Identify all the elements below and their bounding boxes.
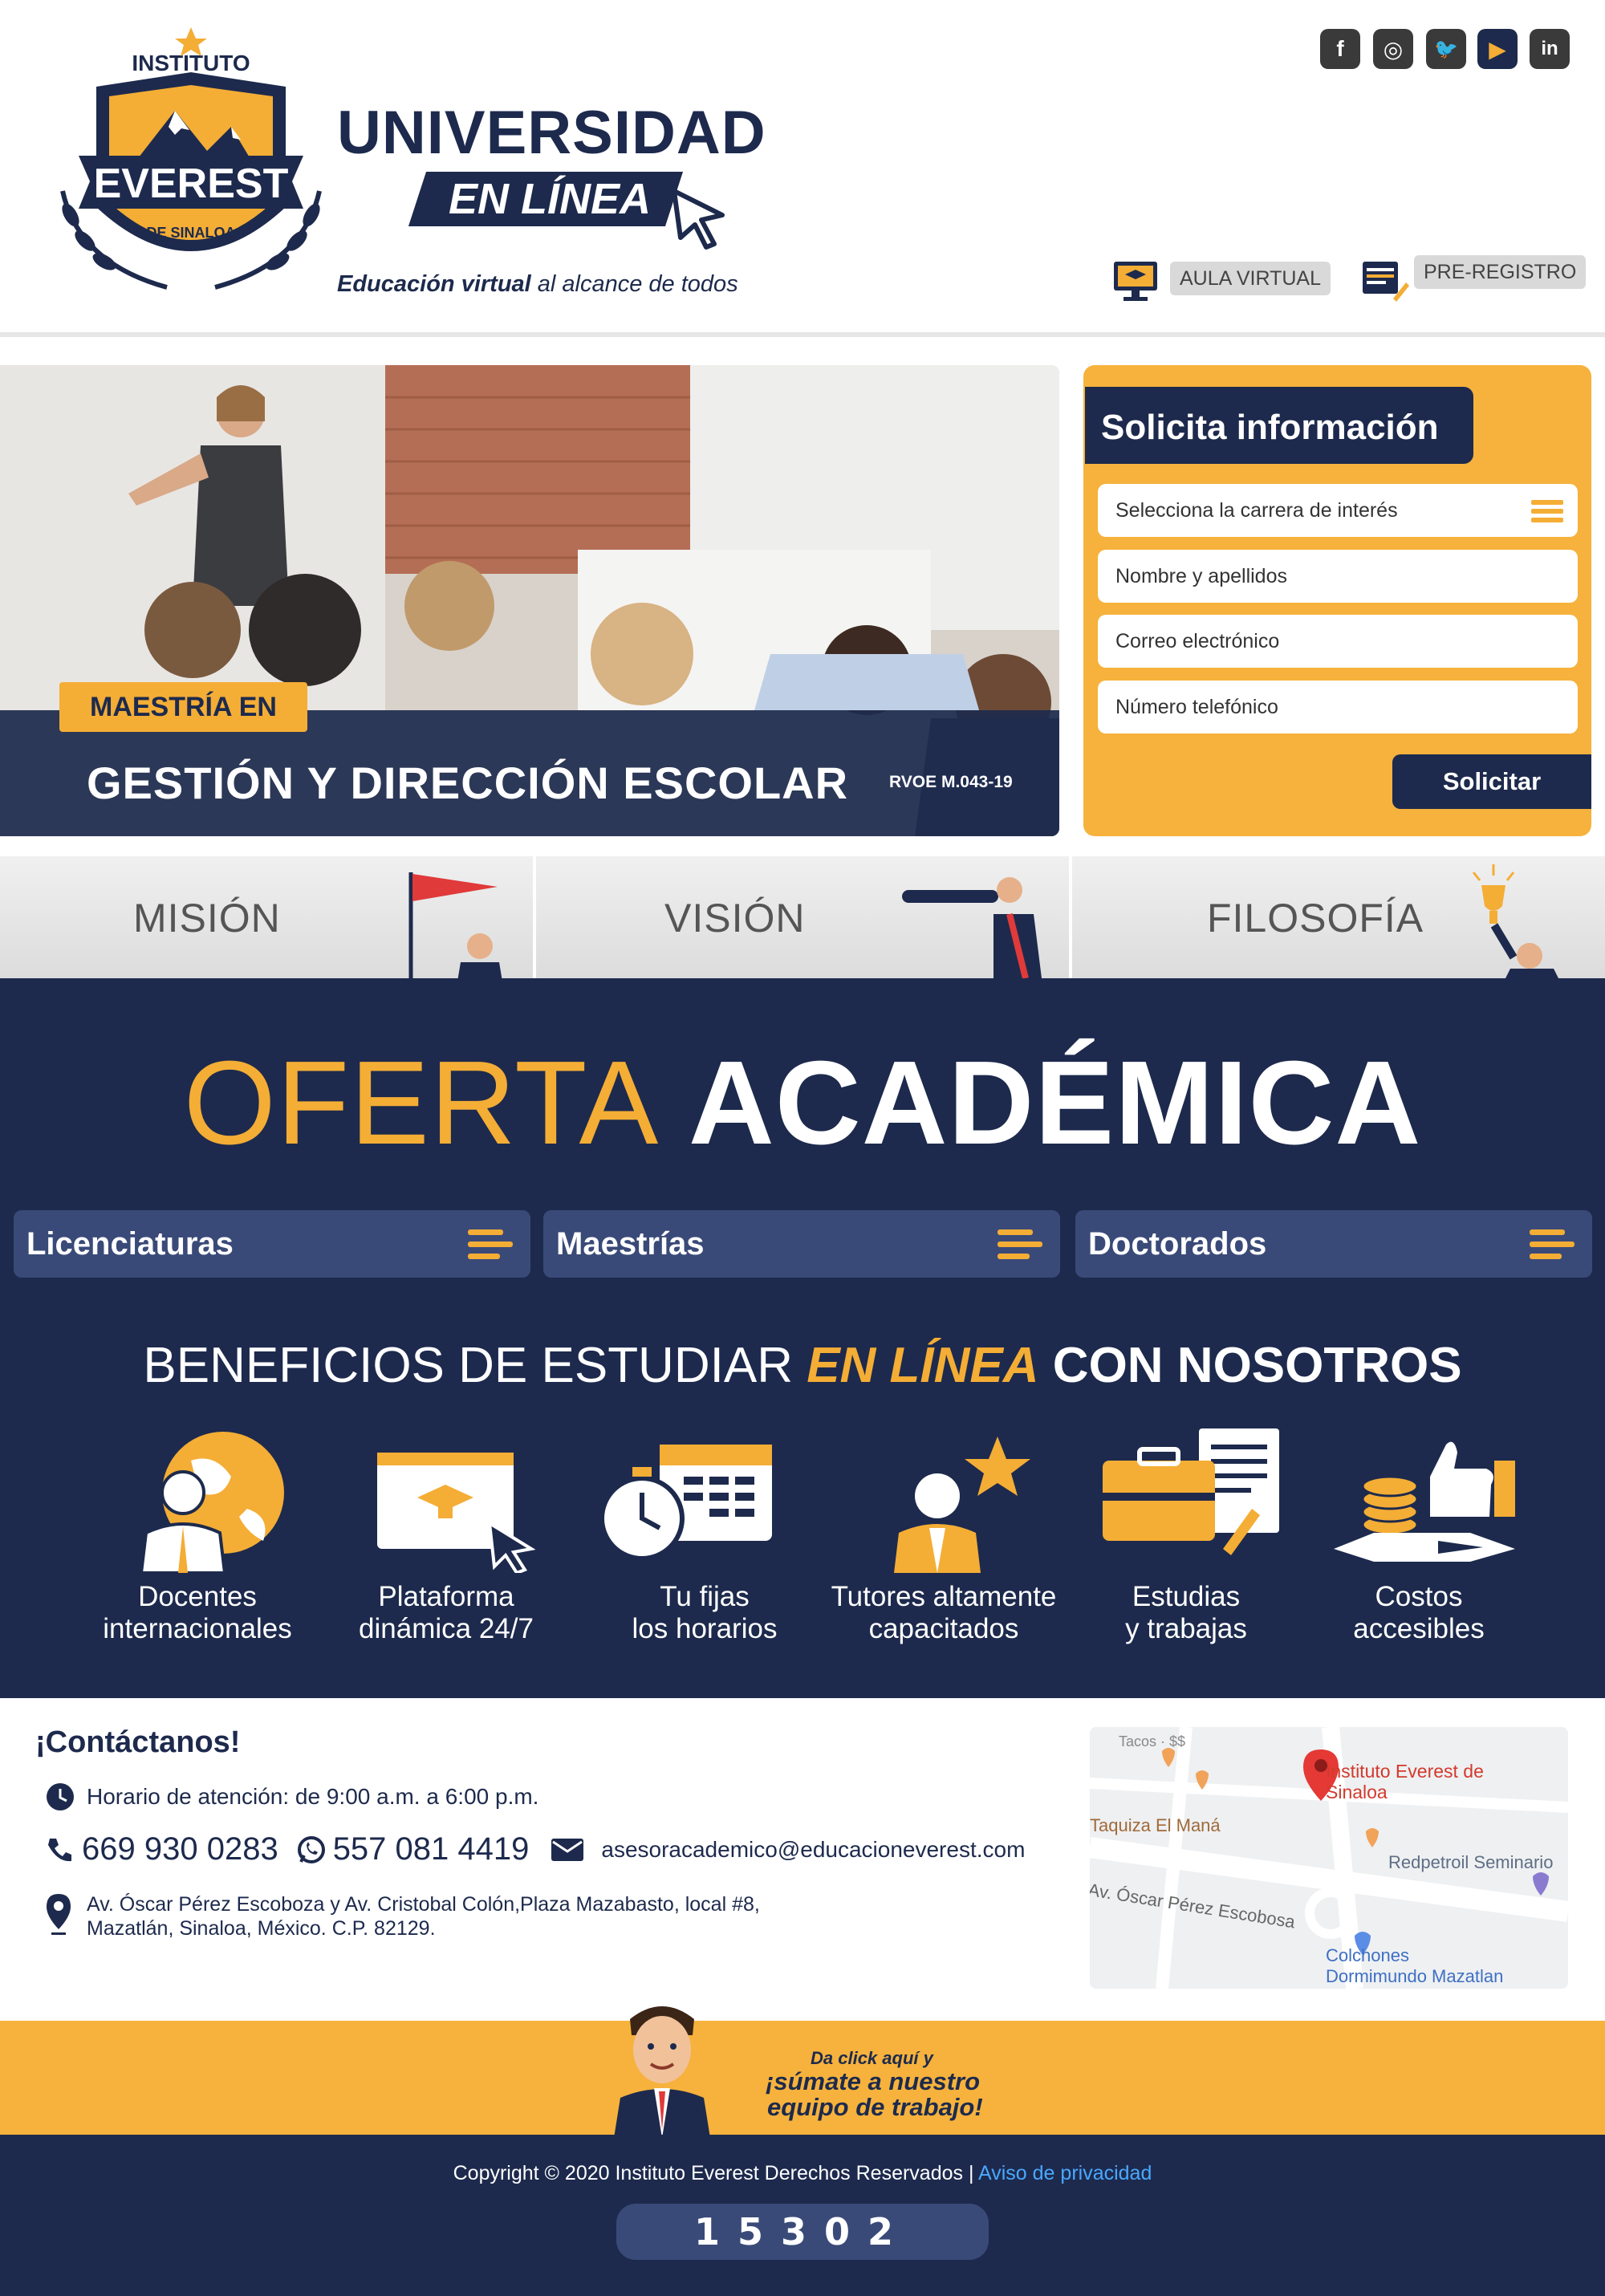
name-field[interactable]: Nombre y apellidos [1098, 550, 1578, 603]
pre-registro-button[interactable]: PRE-REGISTRO [1359, 255, 1587, 302]
oferta-title: OFERTA ACADÉMICA [183, 1037, 1422, 1169]
email-field[interactable]: Correo electrónico [1098, 615, 1578, 668]
telescope-person-icon [902, 877, 1042, 978]
address-line-1: Av. Óscar Pérez Escoboza y Av. Cristobal… [87, 1893, 760, 1916]
phone-field[interactable]: Número telefónico [1098, 681, 1578, 734]
copyright-text: Copyright © 2020 Instituto Everest Derec… [453, 2162, 1152, 2184]
phone-number-1[interactable]: 669 930 0283 [82, 1831, 278, 1867]
monitor-icon [1114, 262, 1157, 301]
join-small-text[interactable]: Da click aquí y [811, 2048, 933, 2069]
vision-label: VISIÓN [664, 896, 806, 941]
twitter-icon[interactable]: 🐦 [1426, 29, 1466, 69]
hero-rvoe: RVOE M.043-19 [889, 773, 1013, 791]
phone-number-2[interactable]: 557 081 4419 [333, 1831, 530, 1867]
brand-title: UNIVERSIDAD [337, 99, 766, 167]
mail-icon [551, 1838, 584, 1861]
coins-thumbsup-icon [1334, 1441, 1515, 1562]
join-line-2[interactable]: equipo de trabajo! [767, 2093, 983, 2122]
filosofia-card[interactable]: FILOSOFÍA [1072, 856, 1605, 978]
tutor-star-icon [894, 1437, 1030, 1573]
maestrias-button[interactable]: Maestrías [543, 1210, 1060, 1278]
cursor-icon [672, 189, 725, 250]
submit-button[interactable]: Solicitar [1392, 754, 1591, 809]
benefit-label: Tu fijas los horarios [632, 1581, 778, 1644]
map-label: Redpetroil Seminario [1388, 1852, 1554, 1872]
form-title: Solicita información [1101, 408, 1439, 447]
visit-counter: 15302 [616, 2204, 989, 2260]
location-map[interactable]: Tacos · $$ Instituto Everest de Sinaloa … [1090, 1727, 1568, 1989]
instagram-icon[interactable]: ◎ [1373, 29, 1413, 69]
benefit-label: Estudias y trabajas [1125, 1581, 1247, 1644]
svg-text:DE SINALOA: DE SINALOA [146, 225, 235, 241]
location-pin-icon [47, 1894, 71, 1935]
menu-lines-icon [1530, 1229, 1575, 1259]
contact-title: ¡Contáctanos! [35, 1725, 241, 1759]
hero-banner[interactable]: MAESTRÍA EN GESTIÓN Y DIRECCIÓN ESCOLAR … [0, 365, 1059, 836]
career-select[interactable]: Selecciona la carrera de interés [1098, 484, 1578, 537]
phones-row: 669 930 0283 557 081 4419 asesoracademic… [45, 1831, 1025, 1867]
calendar-clock-icon [599, 1445, 772, 1561]
doctorados-button[interactable]: Doctorados [1075, 1210, 1592, 1278]
platform-screen-icon [377, 1453, 536, 1573]
benefit-label: Tutores altamente capacitados [831, 1581, 1057, 1644]
mision-label: MISIÓN [133, 896, 281, 941]
address-line-2: Mazatlán, Sinaloa, México. C.P. 82129. [87, 1917, 436, 1940]
youtube-icon[interactable]: ▶ [1477, 29, 1518, 69]
brand-subtitle: EN LÍNEA [448, 175, 652, 223]
facebook-icon[interactable]: f [1320, 29, 1360, 69]
svg-text:INSTITUTO: INSTITUTO [132, 51, 250, 75]
beneficios-title: BENEFICIOS DE ESTUDIAR EN LÍNEA CON NOSO… [143, 1338, 1462, 1393]
menu-lines-icon [1531, 500, 1563, 522]
whatsapp-icon [297, 1835, 325, 1863]
hours-text: Horario de atención: de 9:00 a.m. a 6:00… [87, 1784, 539, 1809]
filosofia-label: FILOSOFÍA [1207, 896, 1424, 941]
trophy-person-icon [1472, 864, 1558, 978]
everest-logo[interactable]: EVEREST INSTITUTO DE SINALOA [47, 22, 335, 311]
clock-icon [47, 1783, 74, 1810]
aula-virtual-button[interactable]: AULA VIRTUAL [1111, 258, 1331, 301]
menu-lines-icon [998, 1229, 1042, 1259]
hero-title: GESTIÓN Y DIRECCIÓN ESCOLAR [87, 758, 849, 808]
person-illustration [614, 2006, 710, 2138]
svg-text:EVEREST: EVEREST [94, 161, 289, 207]
globe-teacher-icon [139, 1432, 284, 1573]
mision-card[interactable]: MISIÓN [0, 856, 533, 978]
map-label: Colchones Dormimundo Mazatlan [1326, 1945, 1504, 1986]
benefit-label: Plataforma dinámica 24/7 [359, 1581, 534, 1644]
hours-row: Horario de atención: de 9:00 a.m. a 6:00… [45, 1782, 538, 1812]
map-label: Taquiza El Maná [1090, 1815, 1221, 1835]
menu-lines-icon [468, 1229, 513, 1259]
linkedin-icon[interactable]: in [1530, 29, 1570, 69]
map-label: Tacos · $$ [1119, 1733, 1186, 1749]
briefcase-document-icon [1103, 1428, 1279, 1555]
vision-card[interactable]: VISIÓN [536, 856, 1069, 978]
flag-person-icon [408, 872, 502, 978]
benefit-label: Docentes internacionales [103, 1581, 292, 1644]
phone-icon [48, 1838, 71, 1861]
privacy-link[interactable]: Aviso de privacidad [978, 2162, 1152, 2184]
benefit-label: Costos accesibles [1353, 1581, 1485, 1644]
email-address[interactable]: asesoracademico@educacioneverest.com [601, 1837, 1025, 1863]
hero-program-tag: MAESTRÍA EN [59, 682, 307, 732]
form-edit-icon [1363, 262, 1409, 302]
address-row: Av. Óscar Pérez Escoboza y Av. Cristobal… [45, 1892, 760, 1940]
brand-tagline: Educación virtual al alcance de todos [337, 271, 738, 297]
join-line-1[interactable]: ¡súmate a nuestro [766, 2067, 980, 2096]
map-place-label: Instituto Everest de Sinaloa [1326, 1761, 1484, 1802]
licenciaturas-button[interactable]: Licenciaturas [14, 1210, 530, 1278]
